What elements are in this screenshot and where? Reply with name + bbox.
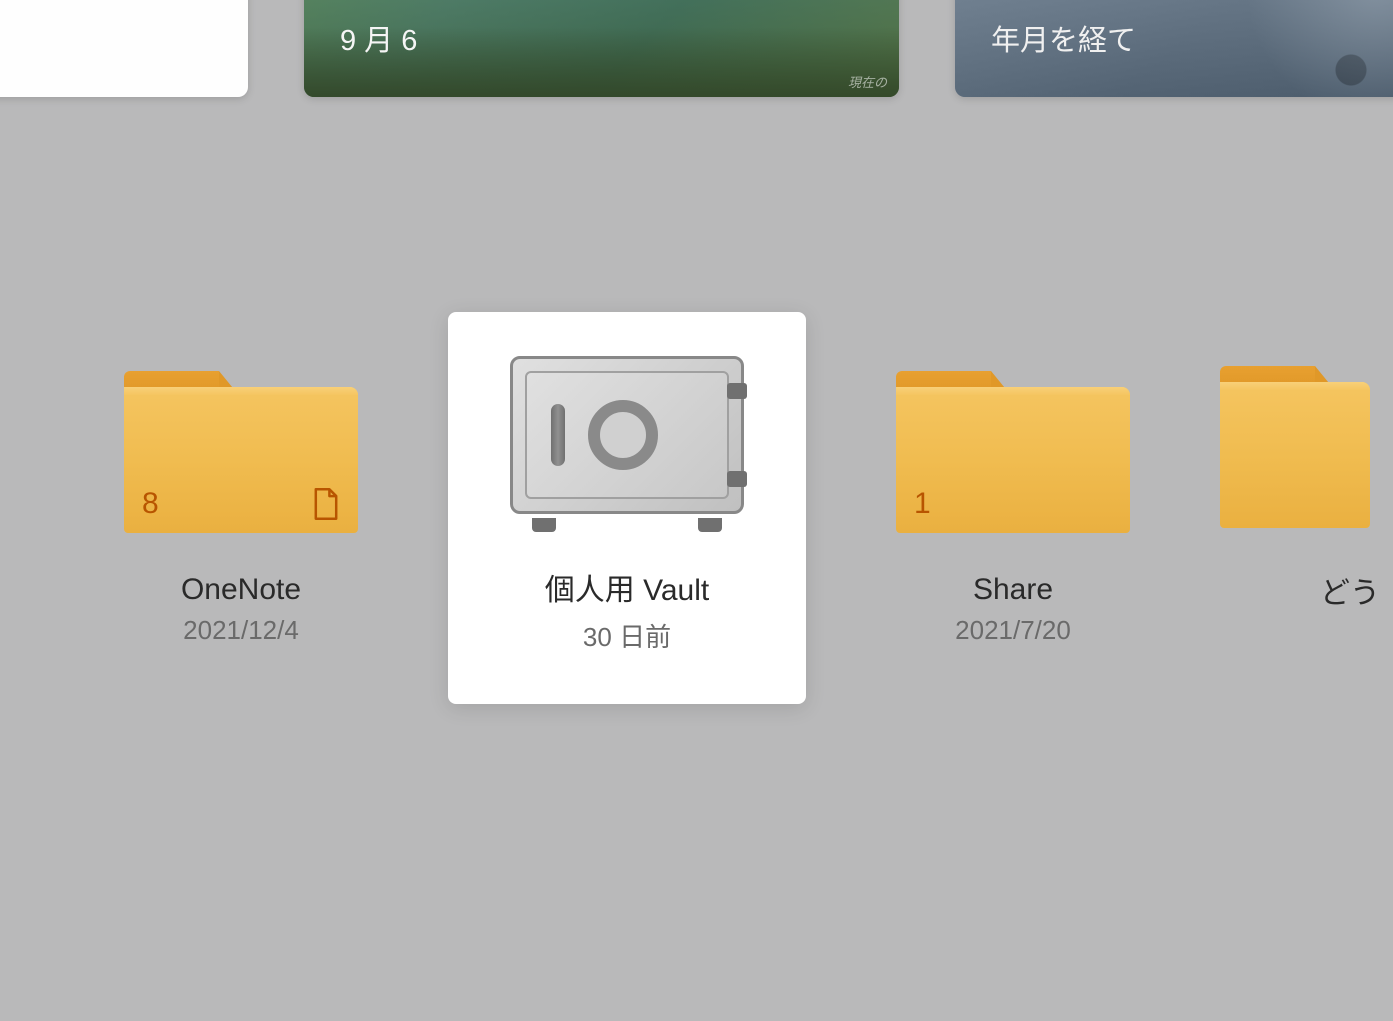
item-count-badge: 1: [914, 487, 931, 521]
folder-date: 2021/7/20: [955, 615, 1071, 646]
item-count-badge: 8: [142, 487, 159, 521]
card-watermark: 現在の: [848, 72, 887, 91]
folder-date: 2021/12/4: [183, 615, 299, 646]
card-title: この日: [340, 0, 439, 5]
folder-name: 個人用 Vault: [545, 565, 710, 609]
memory-card-intro[interactable]: からでも、...: [0, 0, 248, 97]
folder-name: OneNote: [181, 573, 301, 607]
folder-date: 30 日前: [583, 617, 671, 654]
folder-icon: 1: [896, 371, 1130, 533]
card-subtitle: 9 月 6: [340, 17, 417, 59]
memory-cards-row: からでも、... この日 9 月 6 現在の 先週 年月を経て: [0, 0, 1393, 97]
card-title: 先週: [991, 0, 1057, 5]
folder-grid: 8 OneNote 2021/12/4: [62, 312, 1393, 704]
folder-date: [1306, 620, 1313, 651]
folder-icon: [1220, 366, 1393, 528]
folder-onenote[interactable]: 8 OneNote 2021/12/4: [62, 312, 420, 704]
memory-card-this-day[interactable]: この日 9 月 6 現在の: [304, 0, 899, 97]
memory-card-last-week[interactable]: 先週 年月を経て: [955, 0, 1393, 97]
folder-name: Share: [973, 573, 1053, 607]
folder-share[interactable]: 1 Share 2021/7/20: [834, 312, 1192, 704]
folder-icon: 8: [124, 371, 358, 533]
vault-icon: [510, 363, 744, 525]
folder-name: どう: [1200, 568, 1380, 612]
folder-partial[interactable]: どう: [1220, 312, 1393, 704]
folder-vault[interactable]: 個人用 Vault 30 日前: [448, 312, 806, 704]
card-subtitle: 年月を経て: [991, 17, 1136, 59]
document-icon: [312, 487, 340, 521]
